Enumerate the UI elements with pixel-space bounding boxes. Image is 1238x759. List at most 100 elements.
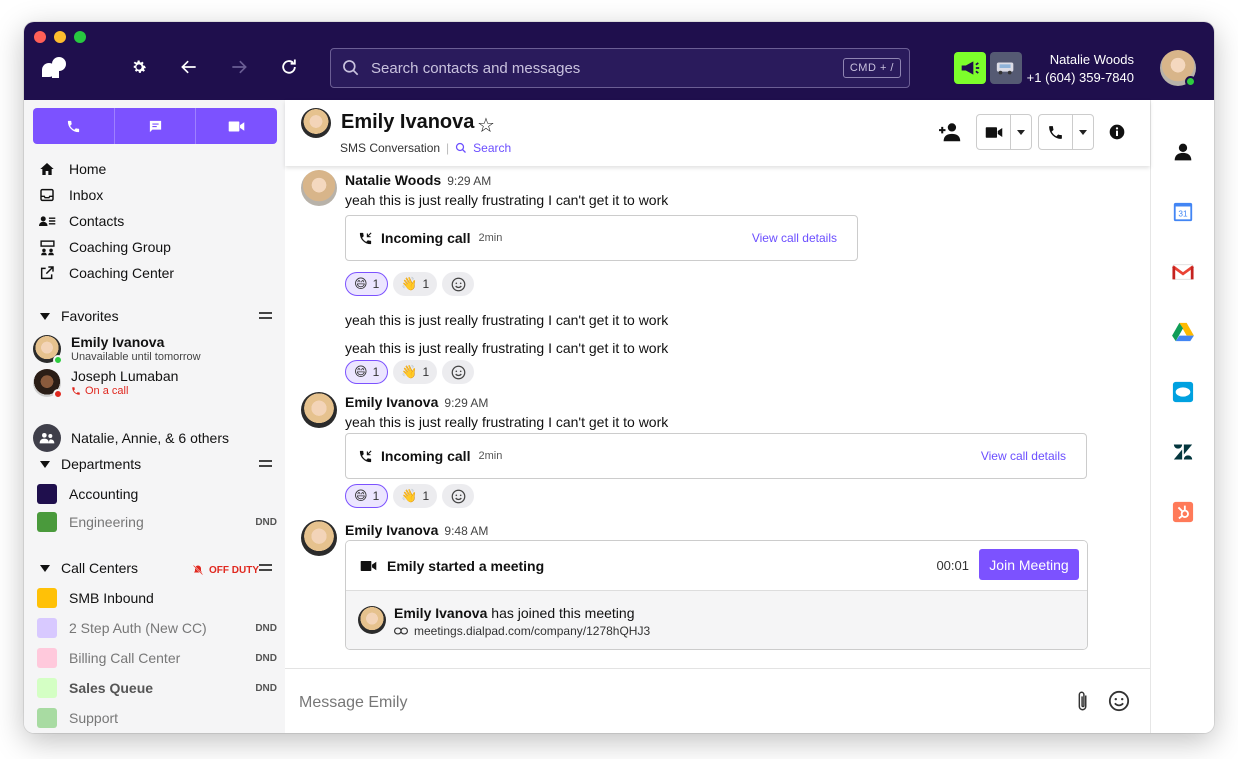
window-controls	[34, 31, 86, 43]
voice-call-button[interactable]	[1038, 114, 1094, 150]
call-button[interactable]	[33, 108, 115, 144]
coaching-group-icon	[38, 238, 56, 256]
favorite-group[interactable]: Natalie, Annie, & 6 others	[33, 424, 229, 452]
author-name[interactable]: Natalie Woods	[345, 172, 441, 188]
off-duty-status[interactable]: OFF DUTY	[192, 564, 259, 576]
favorite-joseph[interactable]: Joseph Lumaban On a call	[33, 368, 178, 399]
search-bar[interactable]: Search contacts and messages CMD + /	[330, 48, 910, 88]
video-camera-icon	[228, 121, 245, 131]
van-button[interactable]	[990, 52, 1022, 84]
call-center-sales-queue[interactable]: Sales Queue DND	[37, 678, 277, 698]
reaction-smile[interactable]: 😄 1	[345, 360, 389, 384]
close-window-button[interactable]	[34, 31, 46, 43]
hubspot-icon[interactable]	[1171, 500, 1195, 524]
video-button[interactable]	[196, 108, 277, 144]
nav-coaching-center[interactable]: Coaching Center	[38, 260, 174, 286]
nav-inbox-label: Inbox	[69, 187, 104, 203]
favorites-header[interactable]: Favorites	[40, 308, 272, 324]
nav-coaching-group[interactable]: Coaching Group	[38, 234, 174, 260]
call-center-label: Billing Call Center	[69, 650, 181, 666]
smiley-icon	[451, 365, 465, 379]
join-meeting-button[interactable]: Join Meeting	[979, 549, 1079, 580]
favorite-name: Natalie, Annie, & 6 others	[71, 430, 229, 446]
contact-avatar[interactable]	[301, 108, 331, 138]
add-reaction-button[interactable]	[442, 360, 475, 384]
avatar[interactable]	[301, 170, 337, 206]
view-call-details-link[interactable]: View call details	[981, 449, 1066, 463]
zendesk-icon[interactable]	[1171, 440, 1195, 464]
google-drive-icon[interactable]	[1171, 320, 1195, 344]
forward-arrow-icon[interactable]	[228, 56, 250, 78]
view-call-details-link[interactable]: View call details	[752, 231, 837, 245]
call-center-label: Support	[69, 710, 119, 726]
dialpad-logo-icon[interactable]	[38, 56, 70, 78]
avatar	[33, 368, 63, 399]
call-center-smb-inbound[interactable]: SMB Inbound	[37, 588, 277, 608]
megaphone-button[interactable]	[954, 52, 986, 84]
divider: |	[446, 141, 450, 155]
reaction-count: 1	[422, 489, 430, 503]
avatar[interactable]	[301, 392, 337, 428]
chevron-down-icon	[1079, 129, 1087, 135]
info-icon[interactable]	[1109, 124, 1125, 145]
meeting-card: Emily started a meeting 00:01 Join Meeti…	[345, 540, 1088, 650]
settings-icon[interactable]	[128, 56, 150, 78]
call-center-support[interactable]: Support	[37, 708, 277, 728]
smiley-icon	[451, 277, 465, 291]
department-label: Engineering	[69, 514, 144, 530]
author-name[interactable]: Emily Ivanova	[345, 522, 438, 538]
author-name[interactable]: Emily Ivanova	[345, 394, 438, 410]
drag-handle-icon[interactable]	[259, 460, 272, 467]
phone-icon	[67, 120, 79, 132]
call-center-billing[interactable]: Billing Call Center DND	[37, 648, 277, 668]
contact-name[interactable]: Emily Ivanova	[341, 111, 474, 134]
call-centers-header[interactable]: Call Centers OFF DUTY	[40, 560, 272, 576]
reaction-smile[interactable]: 😄 1	[345, 484, 389, 508]
emoji-picker-icon[interactable]	[1107, 689, 1131, 713]
meeting-link[interactable]: meetings.dialpad.com/company/1278hQHJ3	[414, 624, 650, 638]
departments-title: Departments	[61, 456, 142, 472]
reaction-wave[interactable]: 👋 1	[393, 360, 438, 384]
video-options-dropdown[interactable]	[1011, 129, 1031, 135]
call-center-2-step-auth[interactable]: 2 Step Auth (New CC) DND	[37, 618, 277, 638]
add-reaction-button[interactable]	[442, 484, 475, 508]
department-accounting[interactable]: Accounting	[37, 484, 277, 504]
google-calendar-icon[interactable]: 31	[1171, 200, 1195, 224]
conversation-search-link[interactable]: Search	[455, 141, 511, 155]
maximize-window-button[interactable]	[74, 31, 86, 43]
reaction-wave[interactable]: 👋 1	[393, 484, 438, 508]
nav-contacts[interactable]: Contacts	[38, 208, 174, 234]
message-input[interactable]: Message Emily	[299, 694, 407, 712]
salesforce-icon[interactable]	[1171, 380, 1195, 404]
call-duration: 2min	[478, 232, 503, 244]
nav-inbox[interactable]: Inbox	[38, 182, 174, 208]
add-person-icon[interactable]	[939, 122, 963, 147]
drag-handle-icon[interactable]	[259, 312, 272, 319]
gmail-icon[interactable]	[1171, 260, 1195, 284]
nav-home-label: Home	[69, 161, 107, 177]
departments-header[interactable]: Departments	[40, 456, 272, 472]
call-center-label: 2 Step Auth (New CC)	[69, 620, 207, 636]
contact-icon[interactable]	[1171, 140, 1195, 164]
reaction-smile[interactable]: 😄 1	[345, 272, 389, 296]
call-options-dropdown[interactable]	[1073, 129, 1093, 135]
drag-handle-icon[interactable]	[259, 564, 272, 571]
message-composer[interactable]: Message Emily	[285, 668, 1150, 733]
call-center-label: Sales Queue	[69, 680, 154, 696]
avatar[interactable]	[301, 520, 337, 556]
star-icon[interactable]: ☆	[477, 113, 495, 138]
video-call-button[interactable]	[976, 114, 1032, 150]
video-camera-icon	[360, 560, 377, 571]
paperclip-icon[interactable]	[1071, 689, 1095, 713]
favorite-emily[interactable]: Emily Ivanova Unavailable until tomorrow	[33, 334, 201, 365]
nav-home[interactable]: Home	[38, 156, 174, 182]
user-info[interactable]: Natalie Woods +1 (604) 359-7840	[1027, 52, 1134, 85]
external-link-icon	[38, 264, 56, 282]
add-reaction-button[interactable]	[442, 272, 475, 296]
department-engineering[interactable]: Engineering DND	[37, 512, 277, 532]
back-arrow-icon[interactable]	[178, 56, 200, 78]
message-button[interactable]	[115, 108, 197, 144]
reaction-wave[interactable]: 👋 1	[393, 272, 438, 296]
refresh-icon[interactable]	[278, 56, 300, 78]
minimize-window-button[interactable]	[54, 31, 66, 43]
